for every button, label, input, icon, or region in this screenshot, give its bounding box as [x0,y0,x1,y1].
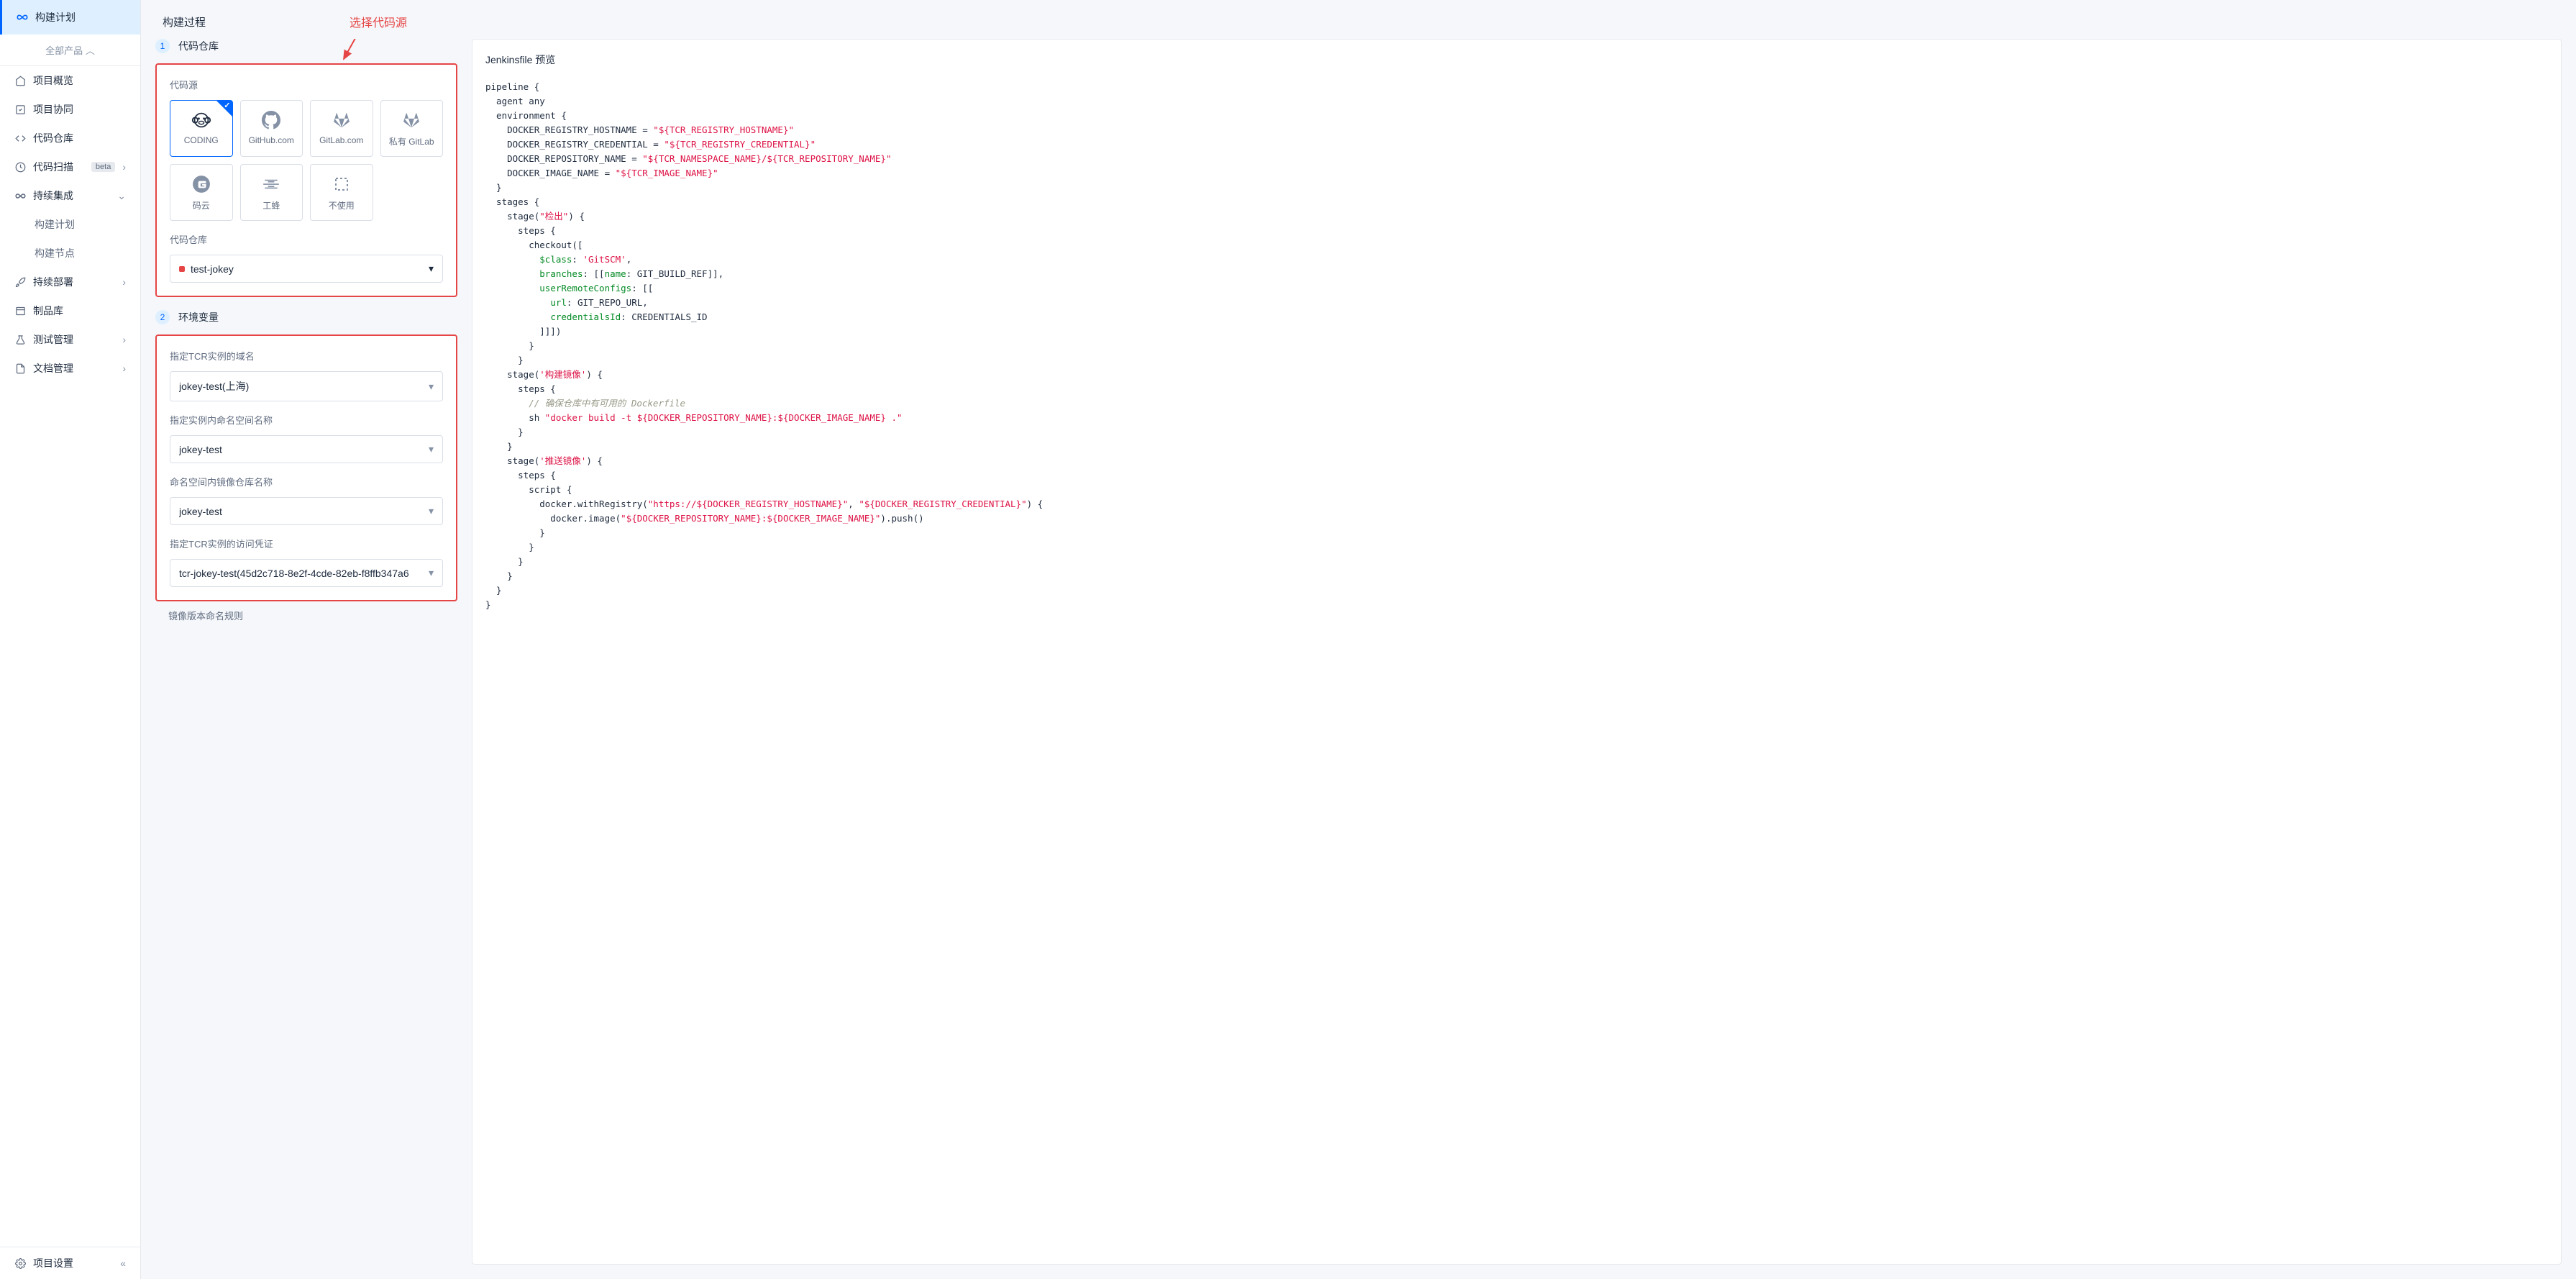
all-products-link[interactable]: 全部产品 ︿ [0,35,140,66]
code-source-private-gitlab[interactable]: 私有 GitLab [380,100,444,157]
github-icon [244,109,300,131]
chevron-right-icon: › [122,276,126,288]
step2-box: 配置 TCR 访问凭证 指定TCR实例的域名 jokey-test(上海) ▾ … [155,334,457,601]
gitee-icon [173,173,229,195]
dropdown-caret-icon: ▾ [429,263,434,275]
image-repo-select[interactable]: jokey-test ▾ [170,497,443,525]
code-source-gitee[interactable]: 码云 [170,164,233,221]
sidebar-footer[interactable]: 项目设置 « [0,1247,140,1279]
step-number-2: 2 [155,310,170,324]
gear-icon [14,1257,26,1269]
gongfeng-icon [244,173,300,195]
step2-title: 环境变量 [178,310,219,324]
sidebar-item-ci[interactable]: 持续集成 ⌄ [0,181,140,210]
jenkinsfile-preview: Jenkinsfile 预览 pipeline { agent any envi… [472,39,2562,1265]
sidebar-item-docs[interactable]: 文档管理 › [0,354,140,383]
file-icon [14,363,26,374]
field-label-domain: 指定TCR实例的域名 [170,349,443,363]
rocket-icon [14,276,26,288]
coding-dot-icon [179,266,185,272]
chevron-right-icon: › [122,161,126,173]
namespace-select[interactable]: jokey-test ▾ [170,435,443,463]
code-source-gongfeng[interactable]: 工蜂 [240,164,303,221]
field-label-namespace: 指定实例内命名空间名称 [170,413,443,427]
code-source-github[interactable]: GitHub.com [240,100,303,157]
page-title: 构建过程 [163,14,206,29]
step-number-1: 1 [155,39,170,53]
gitlab-icon [314,109,370,131]
chevron-right-icon: › [122,334,126,345]
repo-label: 代码仓库 [170,232,443,246]
code-source-none[interactable]: 不使用 [310,164,373,221]
step1-box: 代码源 CODING GitHub.com [155,63,457,297]
sidebar-header-active[interactable]: 构建计划 [0,0,140,35]
source-label: 代码源 [170,78,443,91]
chevron-up-icon: ︿ [86,45,95,56]
domain-select[interactable]: jokey-test(上海) ▾ [170,371,443,401]
code-source-coding[interactable]: CODING [170,100,233,157]
image-naming-label: 镜像版本命名规则 [155,601,457,622]
step1-title: 代码仓库 [178,39,219,53]
jenkinsfile-code: pipeline { agent any environment { DOCKE… [485,80,2548,612]
dropdown-caret-icon: ▾ [429,567,434,579]
collapse-sidebar-button[interactable]: « [120,1257,126,1269]
sidebar-item-build-node[interactable]: 构建节点 [0,239,140,268]
gitlab-icon [384,109,440,131]
package-icon [14,305,26,317]
none-icon [314,173,370,195]
field-label-image-repo: 命名空间内镜像仓库名称 [170,475,443,488]
scan-icon [14,161,26,173]
sidebar-item-code-scan[interactable]: 代码扫描 beta › [0,153,140,181]
sidebar-item-build-plan[interactable]: 构建计划 [0,210,140,239]
dropdown-caret-icon: ▾ [429,505,434,517]
repo-select[interactable]: test-jokey ▾ [170,255,443,283]
sidebar-item-collab[interactable]: 项目协同 [0,95,140,124]
annotation-arrow-icon [338,39,367,66]
sidebar-item-cd[interactable]: 持续部署 › [0,268,140,296]
beta-badge: beta [91,162,115,172]
infinity-icon [14,190,26,201]
dropdown-caret-icon: ▾ [429,443,434,455]
check-square-icon [14,104,26,115]
code-icon [14,132,26,144]
sidebar-item-code-repo[interactable]: 代码仓库 [0,124,140,153]
coding-monkey-icon [173,109,229,131]
chevron-right-icon: › [122,363,126,374]
sidebar-item-artifacts[interactable]: 制品库 [0,296,140,325]
dropdown-caret-icon: ▾ [429,381,434,393]
sidebar-item-test[interactable]: 测试管理 › [0,325,140,354]
annotation-select-source: 选择代码源 [350,13,407,30]
code-source-gitlab[interactable]: GitLab.com [310,100,373,157]
field-label-credential: 指定TCR实例的访问凭证 [170,537,443,550]
sidebar-item-overview[interactable]: 项目概览 [0,66,140,95]
infinity-icon [17,12,28,23]
sidebar: 构建计划 全部产品 ︿ 项目概览 项目协同 代码仓库 代码扫描 beta [0,0,141,1279]
credential-select[interactable]: tcr-jokey-test(45d2c718-8e2f-4cde-82eb-f… [170,559,443,587]
flask-icon [14,334,26,345]
home-icon [14,75,26,86]
sidebar-header-label: 构建计划 [35,10,76,24]
page-title-row: 构建过程 选择代码源 [141,0,2576,39]
chevron-down-icon: ⌄ [117,190,126,202]
preview-title: Jenkinsfile 预览 [485,53,2548,67]
